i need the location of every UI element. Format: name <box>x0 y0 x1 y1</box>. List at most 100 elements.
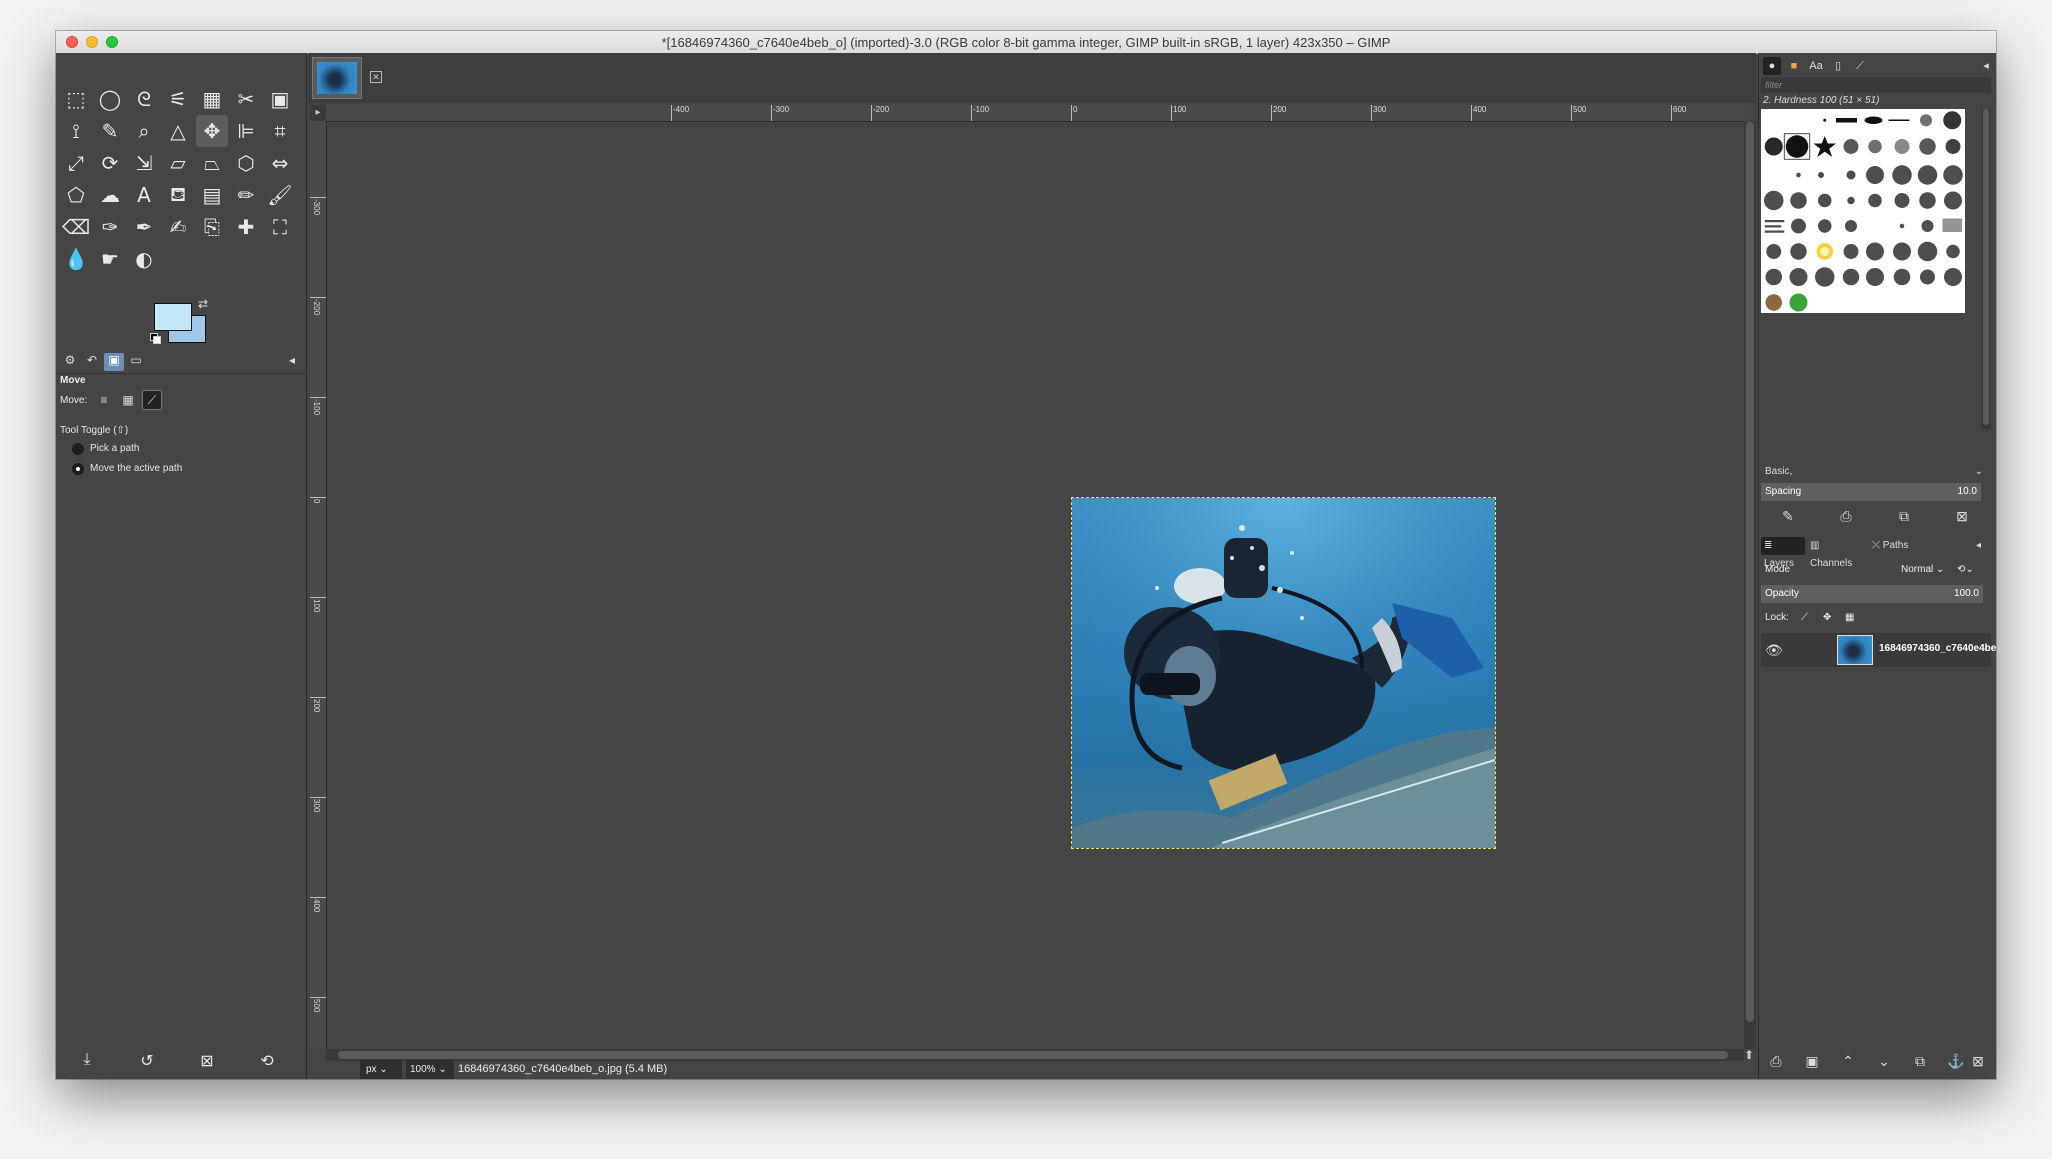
move-selection-mode-icon[interactable]: ▦ <box>118 390 138 410</box>
layer-row[interactable]: 👁 16846974360_c7640e4beb_o.jpg <box>1761 633 1996 667</box>
select-by-color-icon[interactable]: ▦ <box>196 83 228 115</box>
eraser-icon[interactable]: ⌫ <box>60 211 92 243</box>
bucket-fill-icon[interactable]: ⛾ <box>162 179 194 211</box>
lock-alpha-icon[interactable]: ▦ <box>1845 609 1854 627</box>
navigate-icon[interactable]: ⬆ <box>1744 1049 1756 1061</box>
quick-mask-toggle-icon[interactable]: ▸ <box>310 105 326 121</box>
mypaint-brush-icon[interactable]: ✍ <box>162 211 194 243</box>
horizontal-ruler[interactable]: -400-300-200-100010020030040050060070080… <box>326 105 1744 122</box>
default-colors-icon[interactable] <box>150 333 161 344</box>
undo-history-tab-icon[interactable]: ↶ <box>82 353 102 371</box>
move-layer-mode-icon[interactable]: ≡ <box>94 390 114 410</box>
ink-icon[interactable]: ✒ <box>128 211 160 243</box>
tab-layers[interactable]: ≣ Layers <box>1761 537 1805 569</box>
new-layer-group-icon[interactable]: ▣ <box>1803 1053 1821 1071</box>
paint-dynamics-tab-icon[interactable]: ⟋ <box>1851 57 1869 75</box>
lock-pixels-icon[interactable]: ⟋ <box>1801 609 1808 627</box>
clone-icon[interactable]: ⎘ <box>196 211 228 243</box>
duplicate-layer-icon[interactable]: ⧉ <box>1911 1053 1929 1071</box>
flip-icon[interactable]: ⇔ <box>264 147 296 179</box>
scissors-icon[interactable]: ✂ <box>230 83 262 115</box>
brushes-tab-icon[interactable]: ● <box>1763 57 1781 75</box>
rect-select-icon[interactable]: ⬚ <box>60 83 92 115</box>
align-icon[interactable]: ⊫ <box>230 115 262 147</box>
delete-options-icon[interactable]: ⊠ <box>196 1051 218 1073</box>
save-options-icon[interactable]: ⤓ <box>76 1051 98 1073</box>
blur-icon[interactable]: 💧 <box>60 243 92 275</box>
vertical-scroll-thumb[interactable] <box>1746 122 1754 1022</box>
warp-transform-icon[interactable]: ☁ <box>94 179 126 211</box>
opacity-slider[interactable]: Opacity 100.0 <box>1761 585 1983 603</box>
measure-icon[interactable]: △ <box>162 115 194 147</box>
spacing-slider[interactable]: Spacing 10.0 <box>1761 483 1981 501</box>
mode-select[interactable]: Normal ⌄ <box>1901 561 1944 579</box>
color-area[interactable]: ⇄ <box>150 297 214 349</box>
3d-transform-icon[interactable]: ⬡ <box>230 147 262 179</box>
raise-layer-icon[interactable]: ⌃ <box>1839 1053 1857 1071</box>
color-picker-icon[interactable]: ✎ <box>94 115 126 147</box>
vertical-scrollbar[interactable] <box>1744 122 1756 1049</box>
tool-options-tab-icon[interactable]: ⚙ <box>60 353 80 371</box>
patterns-tab-icon[interactable]: ■ <box>1785 57 1803 75</box>
close-tab-icon[interactable]: ✕ <box>370 71 382 83</box>
delete-layer-icon[interactable]: ⊠ <box>1969 1053 1987 1071</box>
horizontal-scroll-thumb[interactable] <box>338 1051 1728 1059</box>
perspective-icon[interactable]: ⏢ <box>196 147 228 179</box>
tab-paths[interactable]: ⤫ Paths <box>1869 537 1915 555</box>
move-active-path-radio[interactable] <box>72 463 84 475</box>
new-layer-icon[interactable]: ⎙ <box>1767 1053 1785 1071</box>
scale-icon[interactable]: ⇲ <box>128 147 160 179</box>
new-brush-icon[interactable]: ⎙ <box>1837 507 1855 525</box>
dock-menu-icon[interactable]: ◂ <box>1977 57 1995 75</box>
foreground-select-icon[interactable]: ▣ <box>264 83 296 115</box>
foreground-color-swatch[interactable] <box>154 303 192 331</box>
panel-menu-icon[interactable]: ◂ <box>282 353 302 371</box>
vertical-ruler[interactable]: -300-200-1000100200300400500600 <box>310 121 327 1049</box>
move-icon[interactable]: ✥ <box>196 115 228 147</box>
crop-icon[interactable]: ⌗ <box>264 115 296 147</box>
device-status-tab-icon[interactable]: ▭ <box>126 353 146 371</box>
restore-options-icon[interactable]: ↺ <box>136 1051 158 1073</box>
reset-options-icon[interactable]: ⟲ <box>256 1051 278 1073</box>
swap-colors-icon[interactable]: ⇄ <box>198 297 208 311</box>
rotate-icon[interactable]: ⟳ <box>94 147 126 179</box>
brush-scroll-thumb[interactable] <box>1983 109 1989 425</box>
images-tab-icon[interactable]: ▣ <box>104 353 124 371</box>
visibility-eye-icon[interactable]: 👁 <box>1765 642 1783 658</box>
reset-mode-icon[interactable]: ⟲⌄ <box>1957 561 1974 579</box>
perspective-clone-icon[interactable]: ⛶ <box>264 211 296 243</box>
pencil-icon[interactable]: ✏ <box>230 179 262 211</box>
paths-icon[interactable]: ⟟ <box>60 115 92 147</box>
heal-icon[interactable]: ✚ <box>230 211 262 243</box>
zoom-select[interactable]: 100% ⌄ <box>406 1060 454 1079</box>
image-tab[interactable] <box>312 57 362 99</box>
airbrush-icon[interactable]: ✑ <box>94 211 126 243</box>
brush-tag-select[interactable]: Basic, ⌄ <box>1761 463 1991 481</box>
paintbrush-icon[interactable]: 🖌 <box>264 179 296 211</box>
dodge-burn-icon[interactable]: ◐ <box>128 243 160 275</box>
pick-path-radio[interactable] <box>72 443 84 455</box>
fuzzy-select-icon[interactable]: ⚟ <box>162 83 194 115</box>
brush-filter-input[interactable]: filter <box>1761 77 1991 93</box>
shear-icon[interactable]: ▱ <box>162 147 194 179</box>
document-history-tab-icon[interactable]: ▯ <box>1829 57 1847 75</box>
diver-photo[interactable] <box>1071 497 1496 849</box>
gradient-icon[interactable]: ▤ <box>196 179 228 211</box>
duplicate-brush-icon[interactable]: ⧉ <box>1895 507 1913 525</box>
smudge-icon[interactable]: ☛ <box>94 243 126 275</box>
anchor-layer-icon[interactable]: ⚓ <box>1947 1053 1965 1071</box>
zoom-icon[interactable]: ⌕ <box>128 115 160 147</box>
delete-brush-icon[interactable]: ⊠ <box>1953 507 1971 525</box>
text-icon[interactable]: A <box>128 179 160 211</box>
layers-dock-menu-icon[interactable]: ◂ <box>1973 537 1991 555</box>
free-select-icon[interactable]: ᘓ <box>128 83 160 115</box>
move-path-mode-icon[interactable]: ⟋ <box>142 390 162 410</box>
unified-transform-icon[interactable]: ⤢ <box>60 147 92 179</box>
tab-channels[interactable]: ▥ Channels <box>1807 537 1867 569</box>
unit-select[interactable]: px ⌄ <box>360 1060 402 1079</box>
edit-brush-icon[interactable]: ✎ <box>1779 507 1797 525</box>
brush-grid[interactable] <box>1761 109 1965 313</box>
brush-scrollbar[interactable] <box>1981 109 1991 429</box>
horizontal-scrollbar[interactable] <box>326 1049 1744 1061</box>
lower-layer-icon[interactable]: ⌄ <box>1875 1053 1893 1071</box>
